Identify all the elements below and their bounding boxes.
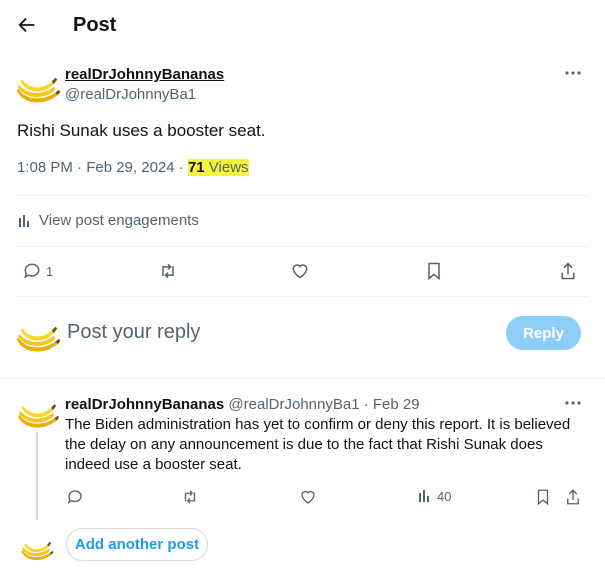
reply-action[interactable]: 1 <box>22 261 53 281</box>
reply-input[interactable]: Post your reply <box>67 321 200 344</box>
more-icon <box>565 71 581 75</box>
divider <box>0 378 605 379</box>
post-text: Rishi Sunak uses a booster seat. <box>17 121 266 140</box>
reply-text: The Biden administration has yet to conf… <box>65 416 571 473</box>
repost-icon <box>162 263 174 279</box>
reply-author-name[interactable]: realDrJohnnyBananas <box>65 396 224 413</box>
divider <box>17 296 588 297</box>
reply-header: realDrJohnnyBananas @realDrJohnnyBa1 · F… <box>65 396 420 413</box>
more-icon <box>565 401 581 405</box>
analytics-icon <box>419 490 429 502</box>
post-timestamp[interactable]: 1:08 PM · Feb 29, 2024 · <box>17 159 188 176</box>
arrow-left-icon <box>18 17 35 33</box>
reply-icon <box>67 490 82 504</box>
reply-bookmark-action[interactable] <box>535 488 551 506</box>
author-handle[interactable]: @realDrJohnnyBa1 <box>65 86 196 103</box>
more-options-button[interactable] <box>562 66 584 80</box>
heart-icon <box>292 264 308 279</box>
reply-icon <box>24 263 40 279</box>
engagements-label: View post engagements <box>39 212 199 229</box>
composer-avatar[interactable] <box>15 312 61 358</box>
reply-count: 1 <box>46 263 54 279</box>
reply-repost-action[interactable] <box>180 488 200 506</box>
divider <box>17 246 588 247</box>
bookmark-icon <box>428 262 440 281</box>
share-icon <box>567 489 579 505</box>
repost-action[interactable] <box>157 261 179 281</box>
reply-button[interactable]: Reply <box>506 316 581 350</box>
thread-line <box>36 432 38 520</box>
analytics-icon <box>19 214 29 227</box>
views-count: 71 <box>187 159 205 176</box>
views-highlight: 71 Views <box>187 159 249 176</box>
repost-icon <box>184 490 196 504</box>
bookmark-action[interactable] <box>425 261 443 281</box>
reply-views-action[interactable]: 40 <box>417 488 451 504</box>
reply-like-action[interactable] <box>299 488 317 506</box>
add-post-avatar <box>20 532 54 564</box>
heart-icon <box>301 490 315 504</box>
divider <box>17 195 588 196</box>
reply-reply-action[interactable] <box>66 488 84 506</box>
reply-more-button[interactable] <box>562 396 584 410</box>
reply-views-count: 40 <box>437 488 452 504</box>
share-action[interactable] <box>559 261 577 281</box>
back-button[interactable] <box>16 14 40 38</box>
bookmark-icon <box>537 489 549 506</box>
like-action[interactable] <box>290 261 310 281</box>
view-engagements-link[interactable]: View post engagements <box>17 212 199 229</box>
author-name[interactable]: realDrJohnnyBananas <box>65 66 224 83</box>
page-title: Post <box>73 14 117 36</box>
reply-avatar[interactable] <box>15 392 61 432</box>
add-another-post-button[interactable]: Add another post <box>66 528 208 561</box>
reply-handle-date[interactable]: @realDrJohnnyBa1 · Feb 29 <box>228 396 419 413</box>
avatar[interactable] <box>15 63 61 109</box>
post-meta: 1:08 PM · Feb 29, 2024 · 71 Views <box>17 159 249 176</box>
views-label: Views <box>204 159 249 176</box>
share-icon <box>561 262 575 280</box>
reply-share-action[interactable] <box>565 488 581 506</box>
